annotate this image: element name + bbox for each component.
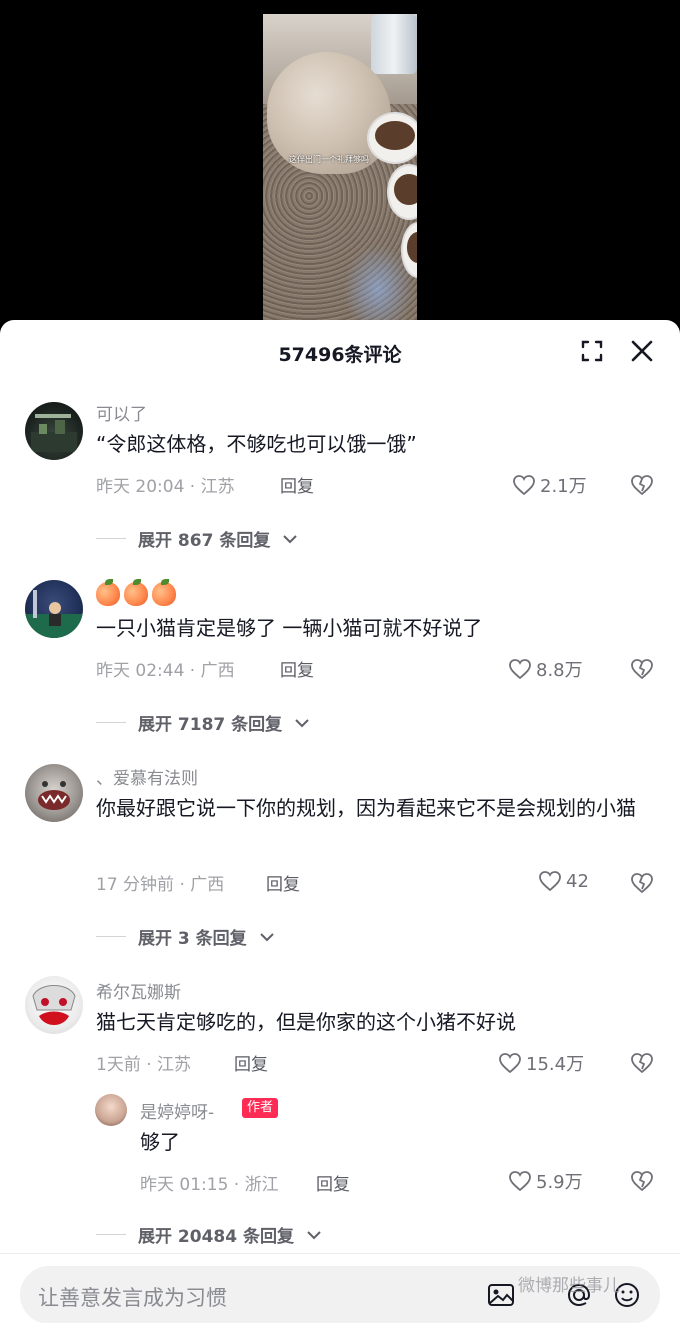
heart-icon: [509, 1171, 531, 1192]
dislike-icon[interactable]: [630, 658, 654, 680]
like-count: 5.9万: [536, 1172, 583, 1193]
comments-header: 57496条评论: [0, 320, 680, 382]
chevron-down-icon: [283, 534, 298, 543]
expand-replies-label: 展开 3 条回复: [138, 929, 247, 949]
heart-icon: [509, 659, 531, 680]
heart-icon: [499, 1053, 521, 1074]
heart-icon: [513, 475, 535, 496]
reply-button[interactable]: 回复: [280, 472, 314, 497]
author-badge: 作者: [242, 1098, 279, 1118]
dislike-icon[interactable]: [630, 474, 654, 496]
avatar[interactable]: [25, 764, 83, 822]
image-icon[interactable]: [486, 1280, 516, 1310]
like-button[interactable]: 42: [538, 870, 589, 892]
like-button[interactable]: 5.9万: [508, 1168, 583, 1194]
expand-icon[interactable]: [578, 337, 606, 365]
expand-replies-label: 展开 20484 条回复: [138, 1227, 294, 1247]
close-icon[interactable]: [628, 337, 656, 365]
reply-text: 够了: [140, 1130, 180, 1154]
expand-replies-label: 展开 867 条回复: [138, 531, 271, 551]
like-button[interactable]: 8.8万: [508, 656, 583, 682]
like-count: 42: [566, 870, 589, 892]
like-count: 8.8万: [536, 660, 583, 681]
peach-icon: [152, 579, 176, 606]
comment-input-bar: 让善意发言成为习惯 微博那些事儿: [0, 1253, 680, 1323]
reply-username[interactable]: 是婷婷呀-: [140, 1098, 214, 1123]
chevron-down-icon: [259, 932, 274, 941]
like-count: 15.4万: [526, 1054, 585, 1075]
reply-button[interactable]: 回复: [266, 870, 300, 895]
expand-replies-button[interactable]: 展开 7187 条回复: [96, 710, 310, 735]
avatar[interactable]: [25, 976, 83, 1034]
comment-text: 猫七天肯定够吃的，但是你家的这个小猪不好说: [96, 1010, 516, 1034]
comment-time-location: 昨天 20:04 · 江苏: [96, 477, 235, 497]
like-count: 2.1万: [540, 476, 587, 497]
comment-username[interactable]: 、爱慕有法则: [96, 764, 198, 789]
avatar[interactable]: [95, 1094, 127, 1126]
comment-text: 你最好跟它说一下你的规划，因为看起来它不是会规划的小猫: [96, 796, 636, 820]
comment-input-placeholder: 让善意发言成为习惯: [38, 1286, 227, 1310]
comment-text: “令郎这体格，不够吃也可以饿一饿”: [96, 432, 417, 456]
reply-button[interactable]: 回复: [234, 1050, 268, 1075]
comments-sheet: 57496条评论 可以了 “令郎这体格，不够吃也可以饿一饿” 昨天 20:04 …: [0, 320, 680, 1323]
comment-time-location: 昨天 02:44 · 广西: [96, 661, 235, 681]
avatar[interactable]: [25, 402, 83, 460]
video-light-glow: [343, 244, 413, 332]
video-caption: 这伴出门一个礼拜够吗: [289, 155, 369, 164]
peach-icon: [124, 579, 148, 606]
dislike-icon[interactable]: [630, 1052, 654, 1074]
divider: [96, 538, 126, 539]
like-button[interactable]: 15.4万: [498, 1050, 584, 1076]
like-button[interactable]: 2.1万: [512, 472, 587, 498]
comment-text: 一只小猫肯定是够了 一辆小猫可就不好说了: [96, 616, 483, 640]
reply-button[interactable]: 回复: [316, 1170, 350, 1195]
expand-replies-button[interactable]: 展开 3 条回复: [96, 924, 275, 949]
video-food-bowl: [367, 112, 417, 164]
watermark-text: 微博那些事儿: [518, 1276, 620, 1296]
heart-icon: [539, 871, 561, 892]
expand-replies-button[interactable]: 展开 867 条回复: [96, 526, 298, 551]
comment-time-location: 1天前 · 江苏: [96, 1055, 192, 1075]
expand-replies-label: 展开 7187 条回复: [138, 715, 283, 735]
video-water-bottle: [371, 14, 417, 74]
dislike-icon[interactable]: [630, 872, 654, 894]
peach-icon: [96, 579, 120, 606]
dislike-icon[interactable]: [630, 1170, 654, 1192]
comment-username[interactable]: 可以了: [96, 400, 147, 425]
comment-time-location: 17 分钟前 · 广西: [96, 875, 225, 895]
video-preview[interactable]: 这伴出门一个礼拜够吗: [263, 14, 417, 332]
reply-time-location: 昨天 01:15 · 浙江: [140, 1175, 279, 1195]
divider: [96, 722, 126, 723]
divider: [96, 1234, 126, 1235]
chevron-down-icon: [295, 718, 309, 727]
reply-button[interactable]: 回复: [280, 656, 314, 681]
comment-username-emoji[interactable]: [96, 579, 176, 606]
chevron-down-icon: [307, 1230, 321, 1239]
divider: [96, 936, 126, 937]
expand-replies-button[interactable]: 展开 20484 条回复: [96, 1222, 322, 1247]
avatar[interactable]: [25, 580, 83, 638]
comment-username[interactable]: 希尔瓦娜斯: [96, 978, 181, 1003]
